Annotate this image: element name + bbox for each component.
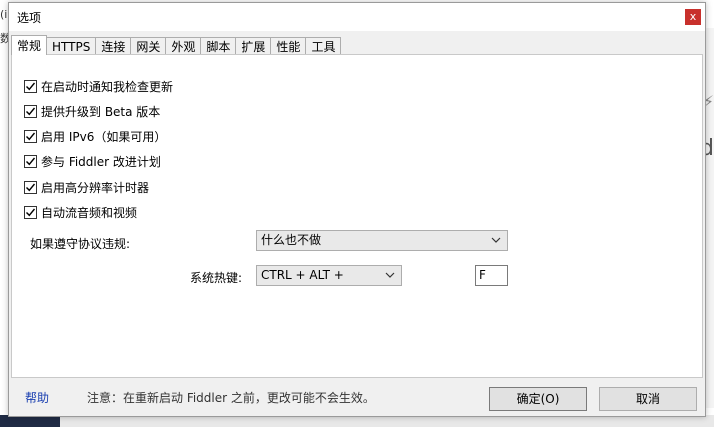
checkbox-label: 自动流音频和视频 [41,206,138,220]
checkmark-icon [26,183,36,192]
checkmark-icon [26,157,36,166]
tab-gateway[interactable]: 网关 [130,37,167,55]
improvement-program-option[interactable]: 参与 Fiddler 改进计划 [24,153,161,170]
tab-appearance[interactable]: 外观 [165,37,202,55]
tab-performance[interactable]: 性能 [270,37,307,55]
checkmark-icon [26,107,36,116]
checkbox-label: 参与 Fiddler 改进计划 [41,155,161,169]
hotkey-key-input[interactable]: F [475,265,508,286]
checkbox[interactable] [24,206,37,219]
close-icon: x [689,10,697,23]
checkmark-icon [26,208,36,217]
checkbox[interactable] [24,181,37,194]
checkbox-label: 提供升级到 Beta 版本 [41,105,161,119]
general-tab-panel: 在启动时通知我检查更新 提供升级到 Beta 版本 启用 IPv6（如果可用） … [11,54,703,378]
tab-connections[interactable]: 连接 [95,37,132,55]
ok-button[interactable]: 确定(O) [489,387,587,411]
background-left-top-text: (i [0,8,8,21]
dialog-titlebar[interactable]: 选项 x [9,3,705,31]
tab-strip: 常规 HTTPS 连接 网关 外观 脚本 扩展 性能 工具 [11,35,342,55]
tab-tools[interactable]: 工具 [305,37,342,55]
checkmark-icon [26,132,36,141]
select-value: 什么也不做 [261,233,322,247]
cancel-button[interactable]: 取消 [599,387,697,411]
hotkey-modifier-select[interactable]: CTRL + ALT + [256,265,402,286]
chevron-down-icon [385,266,395,291]
options-dialog: 选项 x 常规 HTTPS 连接 网关 外观 脚本 扩展 性能 工具 在启动时通… [8,2,706,417]
dialog-title: 选项 [17,11,42,25]
help-link[interactable]: 帮助 [25,389,49,406]
stream-audio-video-option[interactable]: 自动流音频和视频 [24,204,137,221]
dialog-client: 常规 HTTPS 连接 网关 外观 脚本 扩展 性能 工具 在启动时通知我检查更… [9,31,705,416]
close-button[interactable]: x [685,9,701,25]
protocol-violation-label: 如果遵守协议违规: [30,237,131,251]
checkbox[interactable] [24,80,37,93]
tab-scripting[interactable]: 脚本 [200,37,237,55]
checkbox-label: 启用高分辨率计时器 [41,181,150,195]
check-for-updates-option[interactable]: 在启动时通知我检查更新 [24,78,173,95]
beta-updates-option[interactable]: 提供升级到 Beta 版本 [24,103,160,120]
restart-note: 注意：在重新启动 Fiddler 之前，更改可能不会生效。 [87,391,375,405]
enable-ipv6-option[interactable]: 启用 IPv6（如果可用） [24,128,166,145]
checkbox[interactable] [24,130,37,143]
select-value: CTRL + ALT + [261,268,344,282]
protocol-violation-select[interactable]: 什么也不做 [256,230,508,251]
checkbox[interactable] [24,155,37,168]
hotkey-label: 系统热键: [190,271,243,285]
checkbox-label: 在启动时通知我检查更新 [41,80,174,94]
tab-general[interactable]: 常规 [11,35,48,55]
checkbox-label: 启用 IPv6（如果可用） [41,130,167,144]
tab-extensions[interactable]: 扩展 [235,37,272,55]
checkmark-icon [26,82,36,91]
checkbox[interactable] [24,105,37,118]
chevron-down-icon [491,231,501,256]
tab-https[interactable]: HTTPS [46,37,97,55]
high-resolution-timer-option[interactable]: 启用高分辨率计时器 [24,179,149,196]
